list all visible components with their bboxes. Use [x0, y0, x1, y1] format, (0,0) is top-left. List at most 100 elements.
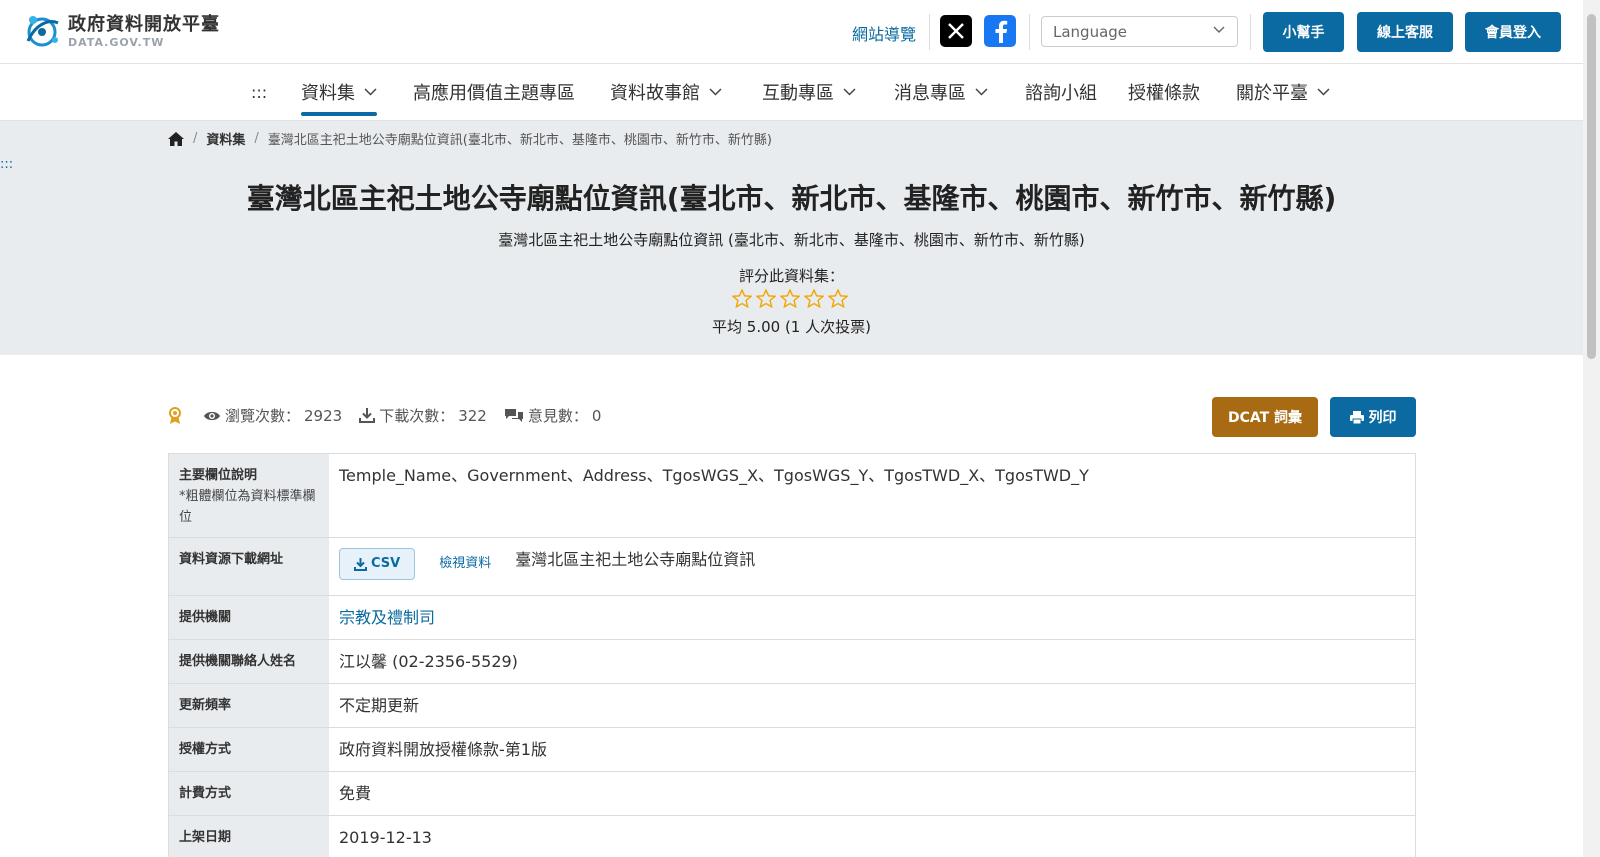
table-row: 計費方式 免費: [168, 772, 1416, 816]
nav-item-interactive[interactable]: 互動專區: [762, 64, 856, 120]
date-key: 上架日期: [169, 816, 329, 857]
csv-label: CSV: [371, 556, 401, 571]
table-row: 主要欄位說明 *粗體欄位為資料標準欄位 Temple_Name、Governme…: [168, 454, 1416, 538]
scrollbar-thumb[interactable]: [1587, 14, 1596, 359]
comments-stat: 意見數： 0: [504, 405, 602, 426]
license-value: 政府資料開放授權條款-第1版: [339, 740, 547, 759]
table-row: 更新頻率 不定期更新: [168, 684, 1416, 728]
nav-item-label: 高應用價值主題專區: [413, 83, 575, 104]
license-key: 授權方式: [169, 728, 329, 771]
star-icon[interactable]: [804, 289, 824, 308]
dataset-info-table: 主要欄位說明 *粗體欄位為資料標準欄位 Temple_Name、Governme…: [168, 453, 1416, 857]
main-nav: ::: 資料集 高應用價值主題專區 資料故事館 互動專區 消息專區 諮詢小組 授…: [0, 64, 1600, 121]
logo-title: 政府資料開放平臺: [68, 13, 220, 35]
star-icon[interactable]: [780, 289, 800, 308]
comments-count: 0: [591, 406, 602, 425]
download-icon: [359, 408, 376, 423]
star-icon[interactable]: [732, 289, 752, 308]
nav-item-datasets[interactable]: 資料集: [301, 64, 377, 120]
nav-item-label: 資料故事館: [610, 83, 700, 104]
fields-value: Temple_Name、Government、Address、TgosWGS_X…: [339, 466, 1089, 485]
dataset-hero: / 資料集 / 臺灣北區主祀土地公寺廟點位資訊(臺北市、新北市、基隆市、桃園市、…: [0, 121, 1583, 355]
table-row: 上架日期 2019-12-13: [168, 816, 1416, 857]
side-access-key[interactable]: :::: [0, 157, 13, 172]
fields-note: *粗體欄位為資料標準欄位: [179, 489, 316, 525]
nav-access-key[interactable]: :::: [251, 64, 267, 120]
support-button[interactable]: 線上客服: [1357, 12, 1453, 52]
chevron-down-icon: [1317, 88, 1330, 96]
breadcrumb-current: 臺灣北區主祀土地公寺廟點位資訊(臺北市、新北市、基隆市、桃園市、新竹市、新竹縣): [267, 133, 772, 148]
table-row: 資料資源下載網址 CSV 檢視資料 臺灣北區主祀土地公寺廟點位資訊: [168, 538, 1416, 596]
site-logo[interactable]: 政府資料開放平臺 DATA.GOV.TW: [22, 11, 220, 51]
header-divider: [1250, 14, 1251, 50]
sitemap-link[interactable]: 網站導覽: [852, 21, 916, 45]
table-row: 授權方式 政府資料開放授權條款-第1版: [168, 728, 1416, 772]
provider-link[interactable]: 宗教及禮制司: [339, 608, 435, 627]
chevron-down-icon: [843, 88, 856, 96]
nav-item-label: 授權條款: [1128, 83, 1200, 104]
nav-item-stories[interactable]: 資料故事館: [610, 64, 722, 120]
views-label: 瀏覽次數：: [225, 407, 301, 425]
breadcrumb-datasets-link[interactable]: 資料集: [206, 129, 245, 148]
header-divider: [1029, 14, 1030, 50]
resource-name: 臺灣北區主祀土地公寺廟點位資訊: [515, 550, 756, 569]
helper-button[interactable]: 小幫手: [1263, 12, 1344, 52]
eye-icon: [204, 411, 220, 420]
logo-subtitle: DATA.GOV.TW: [68, 35, 165, 49]
x-icon[interactable]: [940, 15, 972, 47]
chevron-down-icon: [1213, 26, 1225, 33]
download-icon: [354, 557, 367, 571]
table-row: 提供機關聯絡人姓名 江以馨 (02-2356-5529): [168, 640, 1416, 684]
dataset-stats: 瀏覽次數： 2923 下載次數： 322 意見數： 0: [168, 405, 618, 426]
rate-label: 評分此資料集：: [738, 267, 844, 285]
nav-item-label: 諮詢小組: [1025, 83, 1097, 104]
chevron-down-icon: [975, 88, 988, 96]
print-button[interactable]: 列印: [1330, 397, 1416, 437]
nav-item-label: 資料集: [301, 83, 355, 104]
nav-item-news[interactable]: 消息專區: [894, 64, 988, 120]
csv-download-button[interactable]: CSV: [339, 548, 416, 580]
table-row: 提供機關 宗教及禮制司: [168, 596, 1416, 640]
logo-mark-icon: [26, 16, 59, 47]
home-icon[interactable]: [168, 131, 184, 146]
chevron-down-icon: [709, 88, 722, 96]
language-select[interactable]: Language: [1041, 16, 1238, 47]
comments-label: 意見數：: [527, 407, 588, 425]
dataset-subtitle: 臺灣北區主祀土地公寺廟點位資訊 (臺北市、新北市、基隆市、桃園市、新竹市、新竹縣…: [498, 231, 1085, 249]
star-icon[interactable]: [828, 289, 848, 308]
print-label: 列印: [1368, 410, 1397, 426]
facebook-icon[interactable]: [984, 15, 1016, 47]
date-value: 2019-12-13: [339, 828, 432, 847]
rating-stars: [732, 289, 848, 308]
breadcrumb: / 資料集 / 臺灣北區主祀土地公寺廟點位資訊(臺北市、新北市、基隆市、桃園市、…: [168, 129, 772, 148]
page-scrollbar[interactable]: [1583, 0, 1600, 857]
login-button[interactable]: 會員登入: [1465, 12, 1561, 52]
rating-average: 平均 5.00 (1 人次投票): [712, 318, 871, 336]
comments-icon: [504, 409, 523, 422]
resource-key: 資料資源下載網址: [169, 538, 329, 595]
dcat-button[interactable]: DCAT 詞彙: [1212, 397, 1318, 437]
nav-item-label: 消息專區: [894, 83, 966, 104]
nav-item-label: 互動專區: [762, 83, 834, 104]
award-badge: [168, 406, 186, 425]
header-divider: [929, 14, 930, 50]
views-stat: 瀏覽次數： 2923: [203, 405, 342, 426]
downloads-count: 322: [458, 406, 487, 425]
nav-item-license[interactable]: 授權條款: [1128, 64, 1200, 120]
fields-key: 主要欄位說明: [179, 468, 258, 483]
star-icon[interactable]: [756, 289, 776, 308]
views-count: 2923: [304, 406, 343, 425]
chevron-down-icon: [364, 88, 377, 96]
downloads-stat: 下載次數： 322: [359, 405, 487, 426]
frequency-key: 更新頻率: [169, 684, 329, 727]
view-data-link[interactable]: 檢視資料: [439, 552, 491, 576]
nav-item-label: 關於平臺: [1236, 83, 1308, 104]
contact-value: 江以馨 (02-2356-5529): [339, 652, 518, 671]
nav-item-advisory[interactable]: 諮詢小組: [1025, 64, 1097, 120]
contact-key: 提供機關聯絡人姓名: [169, 640, 329, 683]
downloads-label: 下載次數：: [379, 407, 455, 425]
fee-key: 計費方式: [169, 772, 329, 815]
award-icon: [169, 406, 181, 424]
nav-item-about[interactable]: 關於平臺: [1236, 64, 1330, 120]
nav-item-high-value[interactable]: 高應用價值主題專區: [413, 64, 575, 120]
